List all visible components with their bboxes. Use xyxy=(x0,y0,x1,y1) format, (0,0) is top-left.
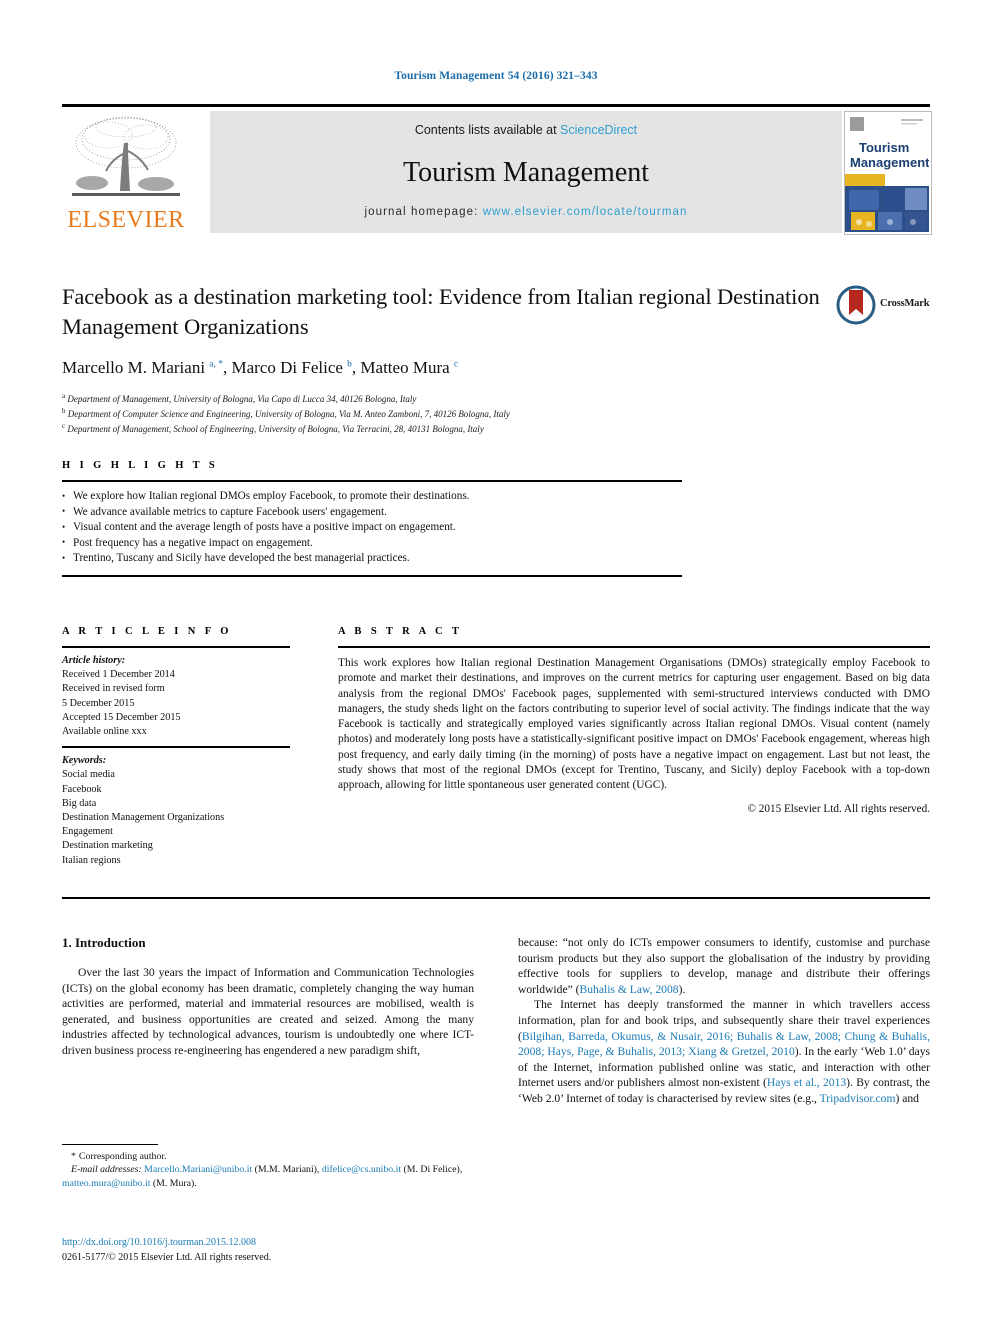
abstract-section: A B S T R A C T This work explores how I… xyxy=(338,626,930,815)
body-paragraph: The Internet has deeply transformed the … xyxy=(518,997,930,1106)
keywords-group: Keywords: Social media Facebook Big data… xyxy=(62,748,290,875)
highlights-list: We explore how Italian regional DMOs emp… xyxy=(62,482,682,575)
svg-text:Management: Management xyxy=(850,155,929,170)
citation-link[interactable]: Buhalis & Law, 2008 xyxy=(580,983,679,996)
section-heading-introduction: 1. Introduction xyxy=(62,935,146,950)
article-info-heading: A R T I C L E I N F O xyxy=(62,626,232,637)
paragraph-text: ) and xyxy=(895,1091,919,1105)
footnote-text: * Corresponding author. E-mail addresses:… xyxy=(62,1150,474,1190)
affiliation-item: c Department of Management, School of En… xyxy=(62,421,822,436)
email-owner: (M.M. Mariani), xyxy=(252,1164,322,1176)
title-block: Facebook as a destination marketing tool… xyxy=(62,282,822,435)
highlight-item: We explore how Italian regional DMOs emp… xyxy=(62,489,682,505)
author-list: Marcello M. Mariani a, *, Marco Di Felic… xyxy=(62,358,459,377)
affiliation-marker: b xyxy=(62,406,66,415)
paragraph-text: ). xyxy=(678,982,686,996)
doi-link[interactable]: http://dx.doi.org/10.1016/j.tourman.2015… xyxy=(62,1236,474,1251)
keyword-item: Big data xyxy=(62,797,97,809)
body-column-left: 1. Introduction Over the last 30 years t… xyxy=(62,935,474,1059)
affiliation-item: a Department of Management, University o… xyxy=(62,391,822,406)
article-info-section: A R T I C L E I N F O Article history: R… xyxy=(62,626,290,875)
footnote-block: * Corresponding author. E-mail addresses:… xyxy=(62,1144,474,1190)
affiliation-text: Department of Computer Science and Engin… xyxy=(67,408,510,419)
article-history-group: Article history: Received 1 December 201… xyxy=(62,648,290,746)
corresponding-author-text: Corresponding author. xyxy=(78,1151,167,1162)
keywords-title: Keywords: xyxy=(62,755,107,767)
highlight-item: Visual content and the average length of… xyxy=(62,520,682,536)
homepage-link[interactable]: www.elsevier.com/locate/tourman xyxy=(483,206,688,218)
footnote-rule xyxy=(62,1144,158,1145)
keyword-item: Facebook xyxy=(62,783,102,795)
contents-prefix: Contents lists available at xyxy=(414,123,561,137)
journal-masthead: ELSEVIER Contents lists available at Sci… xyxy=(62,104,932,235)
affiliation-text: Department of Management, University of … xyxy=(67,394,417,404)
body-column-right: because: “not only do ICTs empower consu… xyxy=(518,935,930,1107)
contents-band: Contents lists available at ScienceDirec… xyxy=(210,111,842,233)
highlight-item: Post frequency has a negative impact on … xyxy=(62,535,682,552)
body-paragraph: Over the last 30 years the impact of Inf… xyxy=(62,966,474,1057)
asterisk-marker: * xyxy=(71,1151,76,1162)
affiliation-marker: c xyxy=(62,421,66,430)
keyword-item: Destination Management Organizations xyxy=(62,812,225,824)
masthead-top-rule xyxy=(62,104,930,107)
email-owner: (M. Mura). xyxy=(150,1177,197,1189)
affiliation-item: b Department of Computer Science and Eng… xyxy=(62,406,822,421)
homepage-prefix: journal homepage: xyxy=(364,206,483,218)
abstract-text: This work explores how Italian regional … xyxy=(338,657,930,792)
history-line: Available online xxx xyxy=(62,726,147,738)
external-link[interactable]: Tripadvisor.com xyxy=(820,1092,896,1105)
email-label: E-mail addresses: xyxy=(71,1164,142,1176)
citation-link[interactable]: Hays et al., 2013 xyxy=(767,1076,846,1089)
sciencedirect-link[interactable]: ScienceDirect xyxy=(560,123,637,137)
running-head: Tourism Management 54 (2016) 321–343 xyxy=(394,70,598,82)
abstract-bottom-rule xyxy=(62,897,930,899)
issn-copyright-line: 0261-5177/© 2015 Elsevier Ltd. All right… xyxy=(62,1251,272,1263)
corresponding-author-line: * Corresponding author. xyxy=(62,1150,474,1163)
email-link[interactable]: matteo.mura@unibo.it xyxy=(62,1178,150,1189)
article-history-title: Article history: xyxy=(62,655,126,666)
svg-text:Tourism: Tourism xyxy=(859,140,909,155)
abstract-heading: A B S T R A C T xyxy=(338,626,463,637)
journal-cover-thumbnail: Tourism Management xyxy=(844,111,932,235)
affiliation-text: Department of Management, School of Engi… xyxy=(67,423,484,434)
history-line: Received in revised form xyxy=(62,683,165,695)
keyword-item: Destination marketing xyxy=(62,840,153,852)
elsevier-logo: ELSEVIER xyxy=(62,111,190,233)
email-link[interactable]: Marcello.Mariani@unibo.it xyxy=(144,1164,252,1175)
keyword-item: Social media xyxy=(62,769,115,781)
affiliation-list: a Department of Management, University o… xyxy=(62,391,822,435)
history-line: Received 1 December 2014 xyxy=(62,669,175,681)
elsevier-wordmark: ELSEVIER xyxy=(67,207,185,233)
keyword-item: Engagement xyxy=(62,826,113,838)
page-title: Facebook as a destination marketing tool… xyxy=(62,284,820,339)
journal-homepage-line: journal homepage: www.elsevier.com/locat… xyxy=(210,206,842,218)
history-line: 5 December 2015 xyxy=(62,697,135,709)
affiliation-marker: a xyxy=(62,392,66,400)
copyright-line: © 2015 Elsevier Ltd. All rights reserved… xyxy=(747,802,931,815)
contents-available-line: Contents lists available at ScienceDirec… xyxy=(210,123,842,137)
crossmark-label: CrossMark xyxy=(880,298,930,309)
highlights-heading: H I G H L I G H T S xyxy=(62,460,219,471)
journal-title: Tourism Management xyxy=(402,157,650,188)
highlights-bottom-rule xyxy=(62,574,682,577)
highlights-section: H I G H L I G H T S We explore how Itali… xyxy=(62,460,682,577)
email-addresses-line: E-mail addresses: Marcello.Mariani@unibo… xyxy=(62,1163,474,1190)
crossmark-badge[interactable]: CrossMark xyxy=(836,285,940,325)
email-link[interactable]: difelice@cs.unibo.it xyxy=(322,1164,401,1175)
body-paragraph: because: “not only do ICTs empower consu… xyxy=(518,935,930,997)
highlight-item: Trentino, Tuscany and Sicily have develo… xyxy=(62,551,682,567)
doi-block: http://dx.doi.org/10.1016/j.tourman.2015… xyxy=(62,1236,474,1265)
crossmark-icon xyxy=(836,285,876,325)
paper-page: Tourism Management 54 (2016) 321–343 ELS… xyxy=(0,0,992,1323)
history-line: Accepted 15 December 2015 xyxy=(62,711,181,723)
keyword-item: Italian regions xyxy=(62,854,121,866)
elsevier-tree-icon xyxy=(68,113,184,205)
highlight-item: We advance available metrics to capture … xyxy=(62,504,682,521)
email-owner: (M. Di Felice), xyxy=(401,1164,463,1176)
